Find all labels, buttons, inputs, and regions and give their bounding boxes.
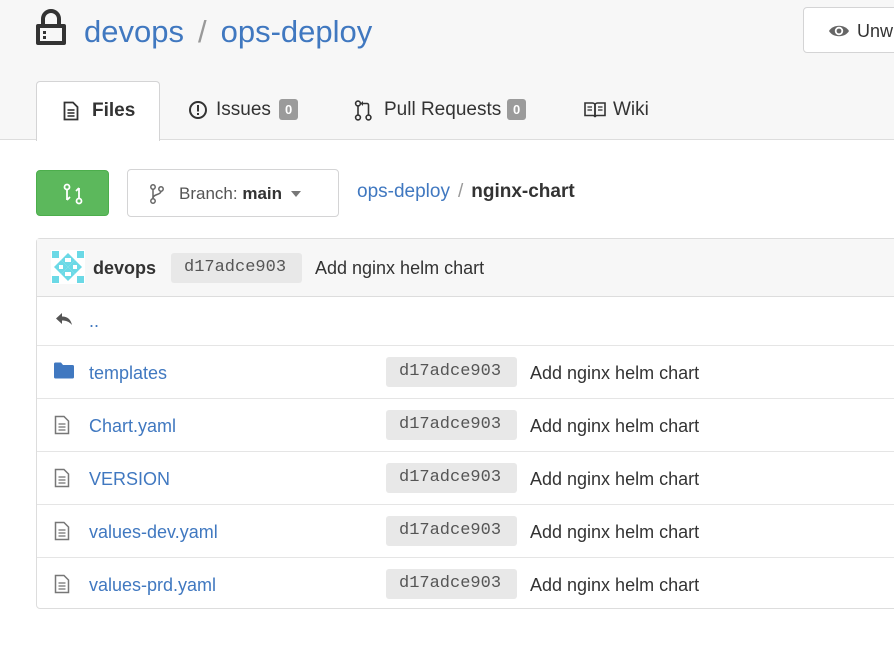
file-text-icon xyxy=(54,521,70,541)
file-commit-message[interactable]: Add nginx helm chart xyxy=(530,363,699,384)
git-pull-request-icon xyxy=(354,100,372,121)
repo-title: devops / ops-deploy xyxy=(84,12,372,52)
file-row[interactable]: Chart.yaml d17adce903 Add nginx helm cha… xyxy=(37,399,894,452)
owner-link[interactable]: devops xyxy=(84,14,184,49)
avatar[interactable] xyxy=(51,250,85,284)
lock-icon xyxy=(36,9,66,45)
issue-opened-icon xyxy=(189,101,207,119)
file-commit-sha[interactable]: d17adce903 xyxy=(386,463,517,493)
commit-sha[interactable]: d17adce903 xyxy=(171,253,302,283)
file-commit-message[interactable]: Add nginx helm chart xyxy=(530,522,699,543)
latest-commit-row: devops d17adce903 Add nginx helm chart xyxy=(37,239,894,297)
file-row[interactable]: templates d17adce903 Add nginx helm char… xyxy=(37,346,894,399)
title-separator: / xyxy=(197,14,207,49)
issues-count-badge: 0 xyxy=(279,99,299,120)
file-name-link[interactable]: templates xyxy=(89,363,167,384)
tab-issues-label: Issues xyxy=(216,99,271,120)
file-commit-sha[interactable]: d17adce903 xyxy=(386,516,517,546)
file-name-link[interactable]: values-prd.yaml xyxy=(89,575,216,596)
file-text-icon xyxy=(54,574,70,594)
file-commit-sha[interactable]: d17adce903 xyxy=(386,569,517,599)
tab-files-label: Files xyxy=(92,100,136,121)
breadcrumb-current: nginx-chart xyxy=(471,181,575,202)
parent-directory-row[interactable]: .. xyxy=(37,297,894,346)
tab-files[interactable]: Files xyxy=(36,81,160,141)
file-text-icon xyxy=(54,468,70,488)
tab-wiki-label: Wiki xyxy=(613,99,649,120)
chevron-down-icon xyxy=(291,191,301,197)
branch-prefix: Branch: xyxy=(179,184,238,203)
compare-pull-button[interactable] xyxy=(36,170,109,216)
git-branch-icon xyxy=(150,184,164,204)
repo-link[interactable]: ops-deploy xyxy=(221,14,373,49)
folder-icon xyxy=(54,362,74,379)
file-commit-message[interactable]: Add nginx helm chart xyxy=(530,416,699,437)
file-name-link[interactable]: Chart.yaml xyxy=(89,416,176,437)
file-row[interactable]: values-dev.yaml d17adce903 Add nginx hel… xyxy=(37,505,894,558)
tab-pull-requests-label: Pull Requests xyxy=(384,99,502,120)
unwatch-label: Unw xyxy=(857,21,894,41)
breadcrumb-separator: / xyxy=(457,181,464,202)
file-name-link[interactable]: VERSION xyxy=(89,469,170,490)
branch-dropdown[interactable]: Branch: main xyxy=(127,169,339,217)
file-commit-message[interactable]: Add nginx helm chart xyxy=(530,469,699,490)
breadcrumb: ops-deploy / nginx-chart xyxy=(357,181,575,203)
file-table: devops d17adce903 Add nginx helm chart .… xyxy=(36,238,894,609)
parent-directory-link[interactable]: .. xyxy=(89,311,99,332)
pull-requests-count-badge: 0 xyxy=(507,99,527,120)
tab-issues[interactable]: Issues 0 xyxy=(186,81,316,140)
branch-name: main xyxy=(242,184,283,203)
branch-label: Branch: main xyxy=(179,184,282,204)
tab-wiki[interactable]: Wiki xyxy=(584,81,654,140)
book-icon xyxy=(584,102,606,118)
commit-message: Add nginx helm chart xyxy=(315,258,485,278)
breadcrumb-repo-link[interactable]: ops-deploy xyxy=(357,181,450,202)
commit-author[interactable]: devops xyxy=(93,258,156,279)
file-text-icon xyxy=(63,101,79,121)
repo-header: devops / ops-deploy Unw Files Issues 0 P… xyxy=(0,0,894,141)
tab-pull-requests[interactable]: Pull Requests 0 xyxy=(354,81,534,140)
file-row[interactable]: values-prd.yaml d17adce903 Add nginx hel… xyxy=(37,558,894,611)
file-name-link[interactable]: values-dev.yaml xyxy=(89,522,218,543)
reply-arrow-icon xyxy=(56,313,72,325)
unwatch-button[interactable]: Unw xyxy=(803,7,894,53)
file-commit-sha[interactable]: d17adce903 xyxy=(386,410,517,440)
file-commit-sha[interactable]: d17adce903 xyxy=(386,357,517,387)
file-row[interactable]: VERSION d17adce903 Add nginx helm chart xyxy=(37,452,894,505)
file-text-icon xyxy=(54,415,70,435)
compare-arrows-icon xyxy=(63,183,83,205)
file-commit-message[interactable]: Add nginx helm chart xyxy=(530,575,699,596)
eye-icon xyxy=(829,25,849,37)
